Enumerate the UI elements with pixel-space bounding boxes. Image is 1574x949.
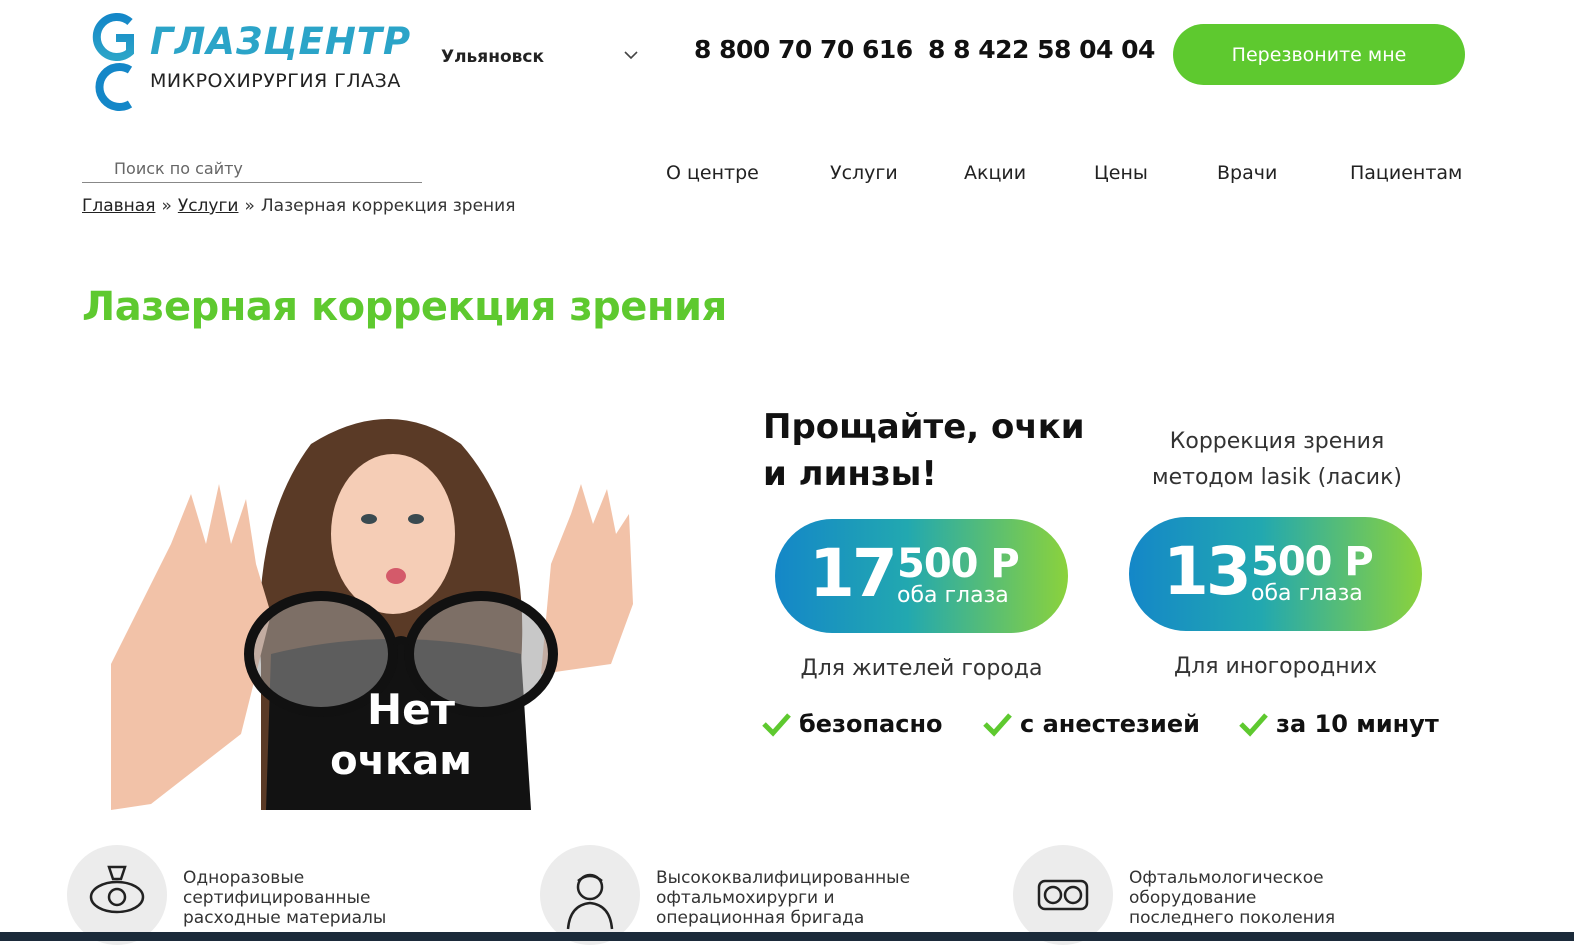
price-big: 17 bbox=[809, 535, 898, 612]
price-small: 500 Р bbox=[897, 541, 1020, 587]
search-input[interactable] bbox=[112, 154, 416, 182]
search-box bbox=[82, 152, 422, 183]
advantage-line: Высококвалифицированные bbox=[656, 868, 911, 888]
advantage-text-equipment: Офтальмологическое оборудование последне… bbox=[1129, 868, 1335, 928]
breadcrumb-current: Лазерная коррекция зрения bbox=[260, 196, 516, 216]
feature-label: безопасно bbox=[799, 710, 943, 738]
advantage-line: оборудование bbox=[1129, 888, 1257, 908]
page-title: Лазерная коррекция зрения bbox=[82, 284, 727, 330]
feature-label: с анестезией bbox=[1020, 710, 1200, 738]
price-unit: оба глаза bbox=[1251, 581, 1363, 606]
feature-safe: безопасно bbox=[761, 710, 943, 738]
price-badge-residents: 17 500 Р оба глаза bbox=[775, 519, 1068, 633]
price-note-residents: Для жителей города bbox=[800, 656, 1043, 681]
nav-item-about[interactable]: О центре bbox=[666, 162, 759, 184]
checkmark-icon bbox=[1239, 713, 1268, 737]
phone-link-local[interactable]: 8 8 422 58 04 04 bbox=[928, 35, 1155, 64]
city-selector-label[interactable]: Ульяновск bbox=[441, 47, 544, 67]
advantage-line: офтальмохирурги и bbox=[656, 888, 835, 908]
nav-item-services[interactable]: Услуги bbox=[830, 162, 898, 184]
price-small: 500 Р bbox=[1251, 539, 1374, 585]
phone-link-federal[interactable]: 8 800 70 70 616 bbox=[694, 35, 913, 64]
feature-anesthesia: с анестезией bbox=[982, 710, 1200, 738]
promo-slogan: Прощайте, очки и линзы! bbox=[763, 407, 1085, 494]
breadcrumb: Главная» Услуги» Лазерная коррекция зрения bbox=[82, 196, 515, 216]
eye-equipment-icon bbox=[1037, 879, 1089, 911]
breadcrumb-separator: » bbox=[161, 196, 172, 216]
advantage-line: последнего поколения bbox=[1129, 908, 1336, 928]
advantage-line: Одноразовые bbox=[183, 868, 305, 888]
advantage-line: расходные материалы bbox=[183, 908, 387, 928]
breadcrumb-separator: » bbox=[244, 196, 255, 216]
shirt-text-line2: очкам bbox=[330, 738, 472, 784]
logo-subtitle: МИКРОХИРУРГИЯ ГЛАЗА bbox=[150, 70, 401, 92]
advantage-line: Офтальмологическое bbox=[1129, 868, 1324, 888]
price-note-nonresidents: Для иногородних bbox=[1174, 654, 1377, 679]
advantage-icon-circle bbox=[67, 845, 167, 945]
doctor-icon bbox=[566, 873, 614, 930]
hero-image: Нет очкам bbox=[111, 404, 641, 810]
method-line1: Коррекция зрения bbox=[1169, 429, 1385, 454]
callback-button[interactable]: Перезвоните мне bbox=[1173, 24, 1465, 85]
nav-item-patients[interactable]: Пациентам bbox=[1350, 162, 1462, 184]
advantage-icon-circle bbox=[540, 845, 640, 945]
advantage-icon-circle bbox=[1013, 845, 1113, 945]
site-logo[interactable]: ГЛАЗЦЕНТР МИКРОХИРУРГИЯ ГЛАЗА bbox=[86, 8, 436, 114]
logo-mark-icon bbox=[92, 13, 134, 111]
chevron-down-icon[interactable] bbox=[622, 46, 640, 64]
method-line2: методом lasik (ласик) bbox=[1152, 465, 1402, 490]
bottom-bar bbox=[0, 932, 1574, 941]
price-unit: оба глаза bbox=[897, 583, 1009, 608]
checkmark-icon bbox=[762, 713, 791, 737]
price-big: 13 bbox=[1163, 533, 1252, 610]
feature-duration: за 10 минут bbox=[1238, 710, 1439, 738]
logo-title: ГЛАЗЦЕНТР bbox=[150, 20, 412, 63]
shirt-text-line1: Нет bbox=[367, 685, 456, 734]
price-badge-nonresidents: 13 500 Р оба глаза bbox=[1129, 517, 1422, 631]
method-text: Коррекция зрения методом lasik (ласик) bbox=[1137, 424, 1417, 496]
advantage-text-materials: Одноразовые сертифицированные расходные … bbox=[183, 868, 386, 928]
eye-lens-icon bbox=[89, 865, 145, 914]
breadcrumb-services[interactable]: Услуги bbox=[178, 196, 239, 216]
nav-item-promotions[interactable]: Акции bbox=[964, 162, 1026, 184]
nav-item-prices[interactable]: Цены bbox=[1094, 162, 1148, 184]
hero-woman-illustration: Нет очкам bbox=[111, 419, 633, 810]
feature-label: за 10 минут bbox=[1276, 710, 1439, 738]
advantage-text-team: Высококвалифицированные офтальмохирурги … bbox=[656, 868, 910, 928]
breadcrumb-home[interactable]: Главная bbox=[82, 196, 155, 216]
advantage-line: операционная бригада bbox=[656, 908, 865, 928]
nav-item-doctors[interactable]: Врачи bbox=[1217, 162, 1277, 184]
advantage-line: сертифицированные bbox=[183, 888, 371, 908]
checkmark-icon bbox=[983, 713, 1012, 737]
